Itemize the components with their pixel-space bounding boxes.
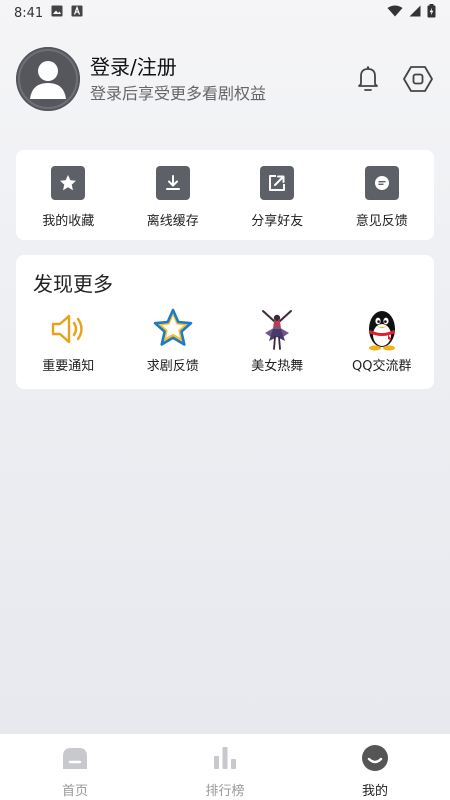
share-icon — [260, 166, 295, 200]
tool-share[interactable]: 分享好友 — [225, 150, 330, 229]
bottom-nav: 首页 排行榜 我的 — [0, 734, 450, 800]
speaker-icon — [46, 307, 90, 351]
ranking-icon — [210, 744, 240, 776]
profile-icon — [360, 744, 390, 776]
tool-label: 我的收藏 — [42, 214, 95, 229]
discover-request-feedback[interactable]: 求剧反馈 — [121, 307, 226, 374]
signal-icon — [409, 5, 421, 21]
nav-label: 我的 — [361, 784, 388, 799]
bell-icon[interactable] — [352, 63, 384, 95]
app-notification-icon — [71, 5, 83, 21]
nav-label: 首页 — [61, 784, 88, 799]
status-time: 8:41 — [14, 5, 44, 21]
star-icon — [51, 166, 86, 200]
nav-ranking[interactable]: 排行榜 — [150, 734, 300, 800]
wifi-icon — [387, 5, 403, 21]
tool-feedback[interactable]: 意见反馈 — [330, 150, 435, 229]
gallery-notification-icon — [51, 5, 63, 21]
discover-label: 美女热舞 — [251, 359, 304, 374]
quick-tools-card: 我的收藏 离线缓存 分享好友 意见反馈 — [16, 150, 434, 240]
tool-offline-cache[interactable]: 离线缓存 — [121, 150, 226, 229]
login-register-link[interactable]: 登录/注册 — [90, 54, 266, 80]
tool-label: 意见反馈 — [355, 214, 408, 229]
tool-label: 分享好友 — [251, 214, 304, 229]
login-subtitle: 登录后享受更多看剧权益 — [90, 84, 267, 103]
qq-penguin-icon — [360, 307, 404, 351]
download-icon — [155, 166, 190, 200]
tool-label: 离线缓存 — [146, 214, 199, 229]
discover-dance[interactable]: 美女热舞 — [225, 307, 330, 374]
nav-label: 排行榜 — [205, 784, 245, 799]
status-bar: 8:41 — [0, 0, 450, 26]
home-icon — [60, 744, 90, 776]
discover-important-notice[interactable]: 重要通知 — [16, 307, 121, 374]
hexagon-settings-icon[interactable] — [402, 63, 434, 95]
profile-header: 登录/注册 登录后享受更多看剧权益 — [16, 46, 436, 112]
dancer-icon — [255, 307, 299, 351]
discover-label: 求剧反馈 — [146, 359, 199, 374]
discover-label: QQ交流群 — [352, 359, 412, 374]
battery-charging-icon — [427, 4, 436, 22]
nav-home[interactable]: 首页 — [0, 734, 150, 800]
discover-more-card: 发现更多 重要通知 求剧反馈 美女热舞 QQ交流群 — [16, 255, 434, 389]
discover-qq-group[interactable]: QQ交流群 — [330, 307, 435, 374]
discover-label: 重要通知 — [42, 359, 95, 374]
tool-favorites[interactable]: 我的收藏 — [16, 150, 121, 229]
discover-title: 发现更多 — [33, 272, 113, 296]
star-outline-icon — [151, 307, 195, 351]
nav-mine[interactable]: 我的 — [300, 734, 450, 800]
feedback-icon — [364, 166, 399, 200]
user-avatar-icon[interactable] — [16, 47, 80, 111]
